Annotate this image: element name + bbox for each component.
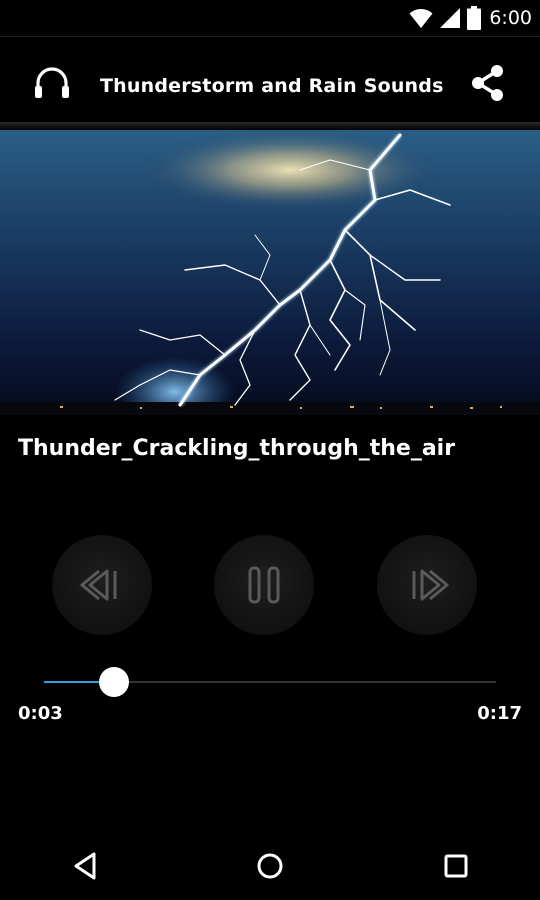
wifi-icon — [409, 9, 433, 28]
track-artwork — [0, 130, 540, 415]
pause-button[interactable] — [214, 535, 314, 635]
battery-icon — [467, 6, 482, 30]
app-bar-shadow — [0, 122, 540, 130]
app-bar: Thunderstorm and Rain Sounds — [0, 36, 540, 128]
share-icon[interactable] — [466, 61, 510, 105]
app-title: Thunderstorm and Rain Sounds — [100, 75, 444, 97]
next-button[interactable] — [377, 535, 477, 635]
status-bar: 6:00 — [0, 0, 540, 36]
skip-next-icon — [412, 569, 449, 601]
headphones-icon[interactable] — [30, 61, 74, 105]
recent-apps-icon[interactable] — [436, 846, 476, 886]
home-icon[interactable] — [250, 846, 290, 886]
seek-bar[interactable] — [44, 667, 496, 697]
elapsed-time: 0:03 — [18, 703, 63, 724]
total-time: 0:17 — [477, 703, 522, 724]
previous-button[interactable] — [52, 535, 152, 635]
status-time: 6:00 — [489, 7, 532, 29]
signal-icon — [440, 8, 461, 28]
pause-icon — [248, 566, 280, 604]
status-icons: 6:00 — [409, 4, 532, 32]
back-icon[interactable] — [66, 846, 106, 886]
navigation-bar — [0, 832, 540, 900]
track-title: Thunder_Crackling_through_the_air — [18, 436, 456, 461]
skip-previous-icon — [80, 569, 117, 601]
seek-bar-thumb[interactable] — [99, 667, 130, 697]
